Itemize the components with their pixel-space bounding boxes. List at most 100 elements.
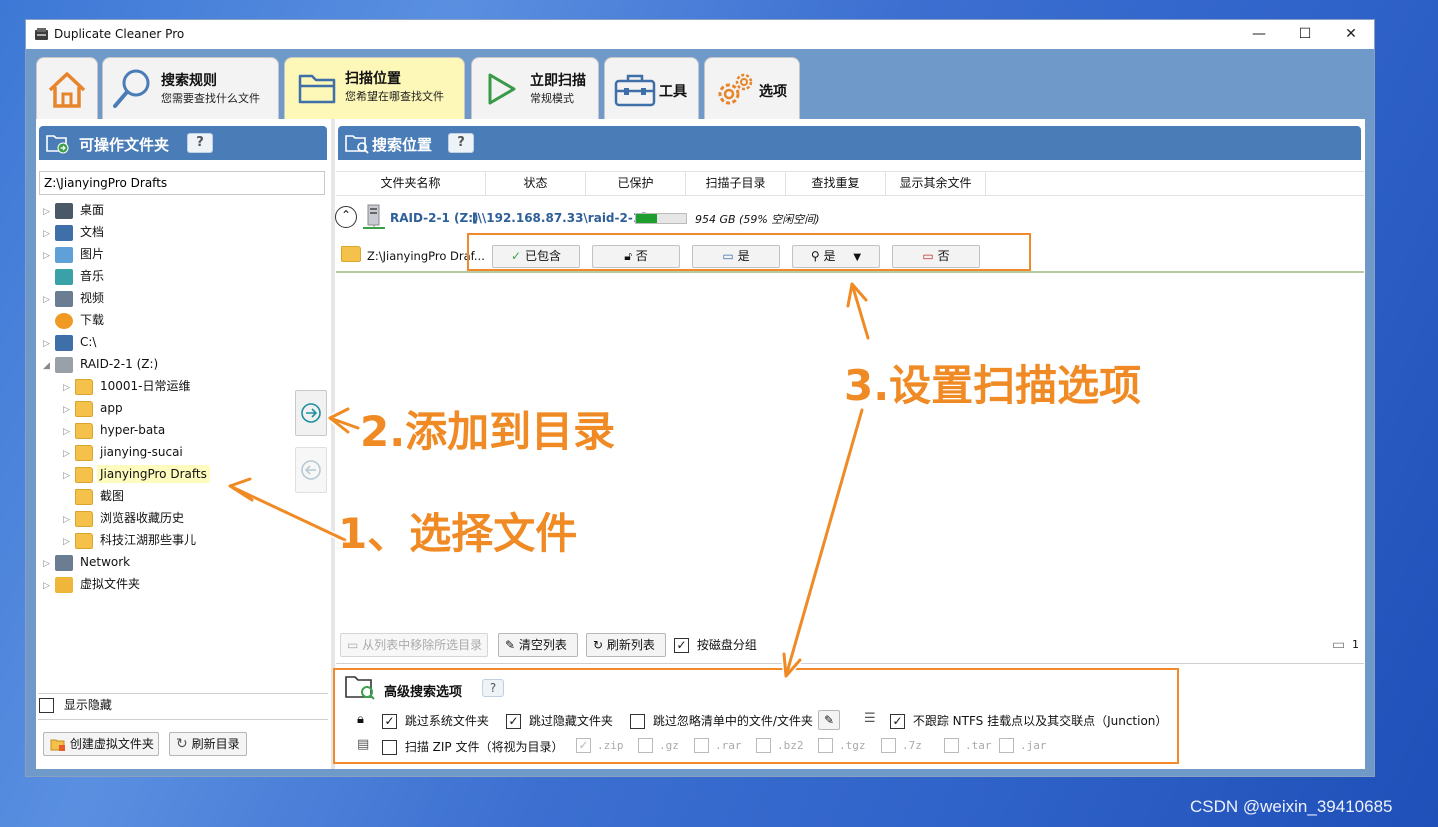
- minimize-button[interactable]: —: [1236, 20, 1282, 49]
- tree-expand-icon[interactable]: ▷: [63, 377, 75, 399]
- tree-item-label: 浏览器收藏历史: [100, 511, 185, 525]
- tree-expand-icon[interactable]: ▷: [43, 575, 55, 597]
- tree-item-label: JianyingPro Drafts: [97, 465, 210, 483]
- tab-options-label: 选项: [759, 84, 787, 100]
- tree-expand-icon[interactable]: ▷: [63, 465, 75, 487]
- right-help-button[interactable]: ?: [448, 133, 474, 153]
- column-scan-subdirs[interactable]: 扫描子目录: [686, 171, 786, 195]
- window-title: Duplicate Cleaner Pro: [54, 27, 185, 41]
- folder-icon: [75, 444, 93, 461]
- tree-item[interactable]: ▷ 浏览器收藏历史: [63, 507, 187, 529]
- column-protected[interactable]: 已保护: [586, 171, 686, 195]
- tree-expand-icon[interactable]: ▷: [63, 399, 75, 421]
- add-to-list-button[interactable]: [295, 390, 327, 436]
- column-folder-name[interactable]: 文件夹名称: [336, 171, 486, 195]
- tree-item[interactable]: ▷ 图片: [43, 243, 107, 265]
- tree-expand-icon[interactable]: ▷: [63, 421, 75, 443]
- refresh-icon: ↻: [176, 736, 188, 752]
- tree-item[interactable]: 截图: [63, 485, 127, 507]
- resize-grip-icon[interactable]: ⋰: [1362, 764, 1372, 775]
- tree-item[interactable]: ▷ 虚拟文件夹: [43, 573, 143, 595]
- download-icon: [55, 312, 73, 329]
- tree-item[interactable]: ▷ 10001-日常运维: [63, 375, 194, 397]
- show-hidden-checkbox[interactable]: [39, 698, 54, 713]
- drive-size: 954 GB (59% 空闲空间): [695, 213, 820, 226]
- tree-item[interactable]: ▷ hyper-bata: [63, 419, 168, 441]
- group-by-disk-label: 按磁盘分组: [696, 638, 757, 652]
- folder-icon: [75, 488, 93, 505]
- tree-item-label: jianying-sucai: [100, 445, 183, 459]
- folder-icon: [75, 532, 93, 549]
- column-status[interactable]: 状态: [486, 171, 586, 195]
- folder-icon: [75, 400, 93, 417]
- folder-search-icon: [345, 135, 369, 154]
- tree-item[interactable]: ▷ Network: [43, 551, 133, 573]
- tree-item[interactable]: 下载: [43, 309, 107, 331]
- group-by-disk-option[interactable]: ✓ 按磁盘分组: [674, 636, 757, 653]
- annotation-step1: 1、选择文件: [338, 509, 578, 558]
- tree-expand-icon[interactable]: ◢: [43, 355, 55, 377]
- folder-path-input[interactable]: [39, 171, 325, 195]
- tree-expand-icon[interactable]: ▷: [63, 443, 75, 465]
- tree-item[interactable]: ▷ jianying-sucai: [63, 441, 186, 463]
- tree-item[interactable]: ▷ 文档: [43, 221, 107, 243]
- drive-icon: [55, 334, 73, 351]
- tab-home[interactable]: [36, 57, 98, 119]
- tab-options[interactable]: 选项: [704, 57, 800, 119]
- create-virtual-folder-button[interactable]: 创建虚拟文件夹: [43, 732, 159, 756]
- tree-expand-icon[interactable]: ▷: [63, 509, 75, 531]
- tree-item-label: 图片: [80, 247, 105, 261]
- tree-expand-icon[interactable]: ▷: [43, 201, 55, 223]
- refresh-list-button[interactable]: ↻ 刷新列表: [586, 633, 666, 657]
- app-window: Duplicate Cleaner Pro — ☐ ✕ 搜索规则 您需要查找什么…: [25, 19, 1375, 777]
- right-panel-header: 搜索位置 ?: [338, 126, 1361, 160]
- tree-item[interactable]: ▷ JianyingPro Drafts: [63, 463, 210, 485]
- tree-expand-icon[interactable]: ▷: [43, 333, 55, 355]
- arrow-right-circle-icon: [301, 403, 321, 423]
- folder-count: 1: [1352, 638, 1359, 651]
- folder-icon: [75, 378, 93, 395]
- tree-item-label: 文档: [80, 225, 105, 239]
- folder-arrow-icon: [46, 135, 69, 154]
- picture-icon: [55, 246, 73, 263]
- tree-expand-icon[interactable]: ▷: [43, 289, 55, 311]
- tab-scan-location[interactable]: 扫描位置 您希望在哪查找文件: [284, 57, 465, 119]
- left-help-button[interactable]: ?: [187, 133, 213, 153]
- tree-item-label: 音乐: [80, 269, 105, 283]
- clear-list-button[interactable]: ✎ 清空列表: [498, 633, 578, 657]
- refresh-list-label: 刷新列表: [606, 638, 655, 652]
- tree-expand-icon[interactable]: ▷: [43, 223, 55, 245]
- tree-expand-icon[interactable]: ▷: [43, 245, 55, 267]
- collapse-group-button[interactable]: ⌃: [335, 206, 357, 228]
- column-show-other-files[interactable]: 显示其余文件: [886, 171, 986, 195]
- maximize-button[interactable]: ☐: [1282, 20, 1328, 49]
- tab-search-rules[interactable]: 搜索规则 您需要查找什么文件: [102, 57, 279, 119]
- tab-tools[interactable]: 工具: [604, 57, 699, 119]
- remove-selected-button[interactable]: ▭ 从列表中移除所选目录: [340, 633, 488, 657]
- column-find-duplicates[interactable]: 查找重复: [786, 171, 886, 195]
- tree-item[interactable]: ▷ 科技江湖那些事儿: [63, 529, 199, 551]
- tree-item[interactable]: 音乐: [43, 265, 107, 287]
- tree-item-label: 科技江湖那些事儿: [100, 533, 197, 547]
- tree-item[interactable]: ▷ 视频: [43, 287, 107, 309]
- clear-list-label: 清空列表: [518, 638, 567, 652]
- close-button[interactable]: ✕: [1328, 20, 1374, 49]
- show-hidden-option[interactable]: 显示隐藏: [39, 696, 112, 713]
- annotation-step3: 3.设置扫描选项: [844, 361, 1142, 410]
- tree-item[interactable]: ▷ C:\: [43, 331, 99, 353]
- tree-expand-icon[interactable]: ▷: [43, 553, 55, 575]
- remove-from-list-button[interactable]: [295, 447, 327, 493]
- virtual-folder-icon: [50, 739, 65, 751]
- tree-item[interactable]: ▷ app: [63, 397, 126, 419]
- group-by-disk-checkbox[interactable]: ✓: [674, 638, 689, 653]
- refresh-dir-button[interactable]: ↻ 刷新目录: [169, 732, 247, 756]
- network-icon: [55, 554, 73, 571]
- right-divider: [336, 663, 1364, 664]
- tree-expand-icon[interactable]: ▷: [63, 531, 75, 553]
- ribbon-toolbar: 搜索规则 您需要查找什么文件 扫描位置 您希望在哪查找文件 立即扫描 常规模式: [26, 49, 1374, 119]
- tab-search-rules-label: 搜索规则: [161, 73, 217, 89]
- gears-icon: [718, 73, 753, 105]
- tree-item[interactable]: ▷ 桌面: [43, 199, 107, 221]
- tab-scan-now[interactable]: 立即扫描 常规模式: [471, 57, 599, 119]
- tree-item[interactable]: ◢ RAID-2-1 (Z:): [43, 353, 161, 375]
